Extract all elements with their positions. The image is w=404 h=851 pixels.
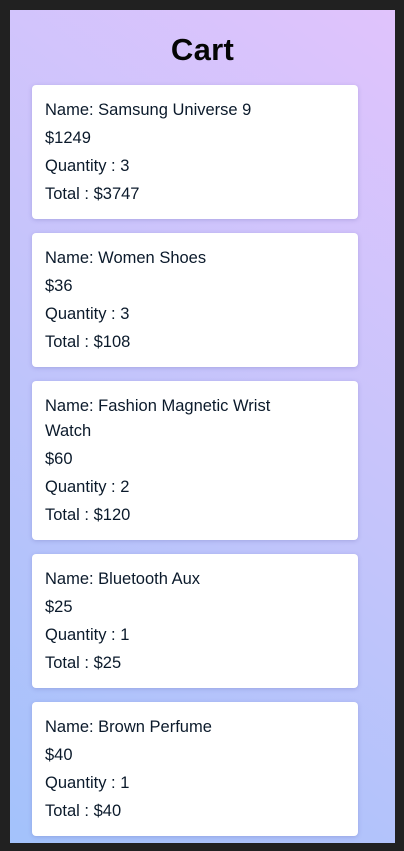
item-name: Name: Fashion Magnetic Wrist Watch: [45, 396, 271, 440]
cart-item: Name: Samsung Universe 9 $1249 Quantity …: [32, 85, 358, 219]
item-price: $1249: [45, 129, 91, 147]
page-title: Cart: [170, 32, 235, 67]
item-total: Total : $25: [45, 654, 122, 672]
item-price: $60: [45, 450, 73, 468]
item-total: Total : $108: [45, 333, 131, 351]
item-name: Name: Samsung Universe 9: [45, 100, 252, 119]
item-price: $36: [45, 277, 73, 295]
cart-item: Name: Fashion Magnetic Wrist Watch $60 Q…: [32, 381, 358, 540]
item-quantity: Quantity : 3: [45, 157, 130, 175]
item-price: $25: [45, 598, 73, 616]
item-name: Name: Women Shoes: [45, 248, 207, 267]
item-total: Total : $3747: [45, 185, 140, 203]
item-name: Name: Brown Perfume: [45, 717, 212, 736]
item-total: Total : $120: [45, 506, 131, 524]
cart-list: Name: Samsung Universe 9 $1249 Quantity …: [32, 85, 358, 850]
cart-item: Name: Brown Perfume $40 Quantity : 1 Tot…: [32, 702, 358, 836]
cart-item: Name: Bluetooth Aux $25 Quantity : 1 Tot…: [32, 554, 358, 688]
item-price: $40: [45, 746, 73, 764]
item-total: Total : $40: [45, 802, 122, 820]
item-name: Name: Bluetooth Aux: [45, 569, 201, 588]
cart-item: Name: Women Shoes $36 Quantity : 3 Total…: [32, 233, 358, 367]
item-quantity: Quantity : 1: [45, 626, 130, 644]
cart-screen: Cart Name: Samsung Universe 9 $1249 Quan…: [10, 10, 395, 843]
item-quantity: Quantity : 1: [45, 774, 130, 792]
item-quantity: Quantity : 2: [45, 478, 130, 496]
item-quantity: Quantity : 3: [45, 305, 130, 323]
